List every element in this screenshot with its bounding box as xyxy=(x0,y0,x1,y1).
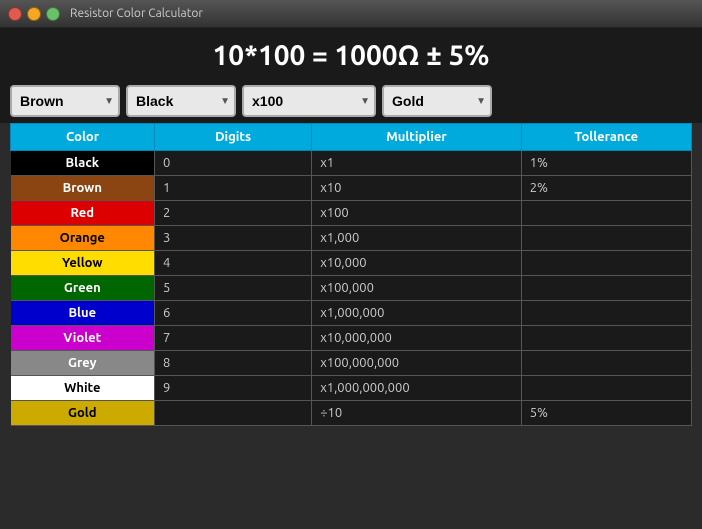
tolerance-cell xyxy=(521,251,691,276)
color-table-container: Color Digits Multiplier Tollerance Black… xyxy=(0,123,702,436)
tolerance-cell xyxy=(521,301,691,326)
multiplier-cell: x10,000,000 xyxy=(312,326,522,351)
col-header-multiplier: Multiplier xyxy=(312,124,522,151)
multiplier-cell: x1,000,000,000 xyxy=(312,376,522,401)
digit-cell: 0 xyxy=(155,151,312,176)
tolerance-cell xyxy=(521,226,691,251)
table-row: Red2x100 xyxy=(11,201,692,226)
dropdowns-row: Black Brown Red Orange Yellow Green Blue… xyxy=(0,79,702,123)
minimize-button[interactable] xyxy=(27,7,41,21)
tolerance-cell: 5% xyxy=(521,401,691,426)
color-cell-orange: Orange xyxy=(11,226,155,251)
digit-cell xyxy=(155,401,312,426)
multiplier-cell: x10 xyxy=(312,176,522,201)
color-cell-green: Green xyxy=(11,276,155,301)
table-row: Brown1x102% xyxy=(11,176,692,201)
multiplier-cell: x1 xyxy=(312,151,522,176)
color-table: Color Digits Multiplier Tollerance Black… xyxy=(10,123,692,426)
color-cell-grey: Grey xyxy=(11,351,155,376)
multiplier-dropdown-wrap: x1 x10 x100 x1,000 x10,000 x100,000 x1,0… xyxy=(242,85,376,117)
tolerance-cell: 2% xyxy=(521,176,691,201)
band2-select[interactable]: Black Brown Red Orange Yellow Green Blue… xyxy=(126,85,236,117)
digit-cell: 9 xyxy=(155,376,312,401)
band1-dropdown-wrap: Black Brown Red Orange Yellow Green Blue… xyxy=(10,85,120,117)
color-cell-brown: Brown xyxy=(11,176,155,201)
multiplier-select[interactable]: x1 x10 x100 x1,000 x10,000 x100,000 x1,0… xyxy=(242,85,376,117)
color-cell-violet: Violet xyxy=(11,326,155,351)
table-row: Yellow4x10,000 xyxy=(11,251,692,276)
table-row: Green5x100,000 xyxy=(11,276,692,301)
formula-display: 10*100 = 1000Ω ± 5% xyxy=(213,40,490,71)
digit-cell: 4 xyxy=(155,251,312,276)
multiplier-cell: x100,000,000 xyxy=(312,351,522,376)
digit-cell: 3 xyxy=(155,226,312,251)
tolerance-cell xyxy=(521,376,691,401)
color-cell-blue: Blue xyxy=(11,301,155,326)
multiplier-cell: x1,000 xyxy=(312,226,522,251)
color-cell-gold: Gold xyxy=(11,401,155,426)
digit-cell: 7 xyxy=(155,326,312,351)
band1-select[interactable]: Black Brown Red Orange Yellow Green Blue… xyxy=(10,85,120,117)
table-row: White9x1,000,000,000 xyxy=(11,376,692,401)
digit-cell: 5 xyxy=(155,276,312,301)
digit-cell: 2 xyxy=(155,201,312,226)
tolerance-cell xyxy=(521,351,691,376)
formula-bar: 10*100 = 1000Ω ± 5% xyxy=(0,28,702,79)
col-header-tolerance: Tollerance xyxy=(521,124,691,151)
multiplier-cell: x100,000 xyxy=(312,276,522,301)
color-cell-red: Red xyxy=(11,201,155,226)
color-cell-black: Black xyxy=(11,151,155,176)
window-title: Resistor Color Calculator xyxy=(70,7,203,20)
tolerance-cell: 1% xyxy=(521,151,691,176)
multiplier-cell: x100 xyxy=(312,201,522,226)
tolerance-cell xyxy=(521,326,691,351)
table-row: Black0x11% xyxy=(11,151,692,176)
digit-cell: 1 xyxy=(155,176,312,201)
table-row: Blue6x1,000,000 xyxy=(11,301,692,326)
color-cell-white: White xyxy=(11,376,155,401)
col-header-color: Color xyxy=(11,124,155,151)
table-row: Gold ÷105% xyxy=(11,401,692,426)
tolerance-dropdown-wrap: Brown Red Gold Silver None ▼ xyxy=(382,85,492,117)
title-bar: Resistor Color Calculator xyxy=(0,0,702,28)
multiplier-cell: x1,000,000 xyxy=(312,301,522,326)
digit-cell: 6 xyxy=(155,301,312,326)
table-row: Grey8x100,000,000 xyxy=(11,351,692,376)
maximize-button[interactable] xyxy=(46,7,60,21)
tolerance-select[interactable]: Brown Red Gold Silver None xyxy=(382,85,492,117)
color-cell-yellow: Yellow xyxy=(11,251,155,276)
table-row: Orange3x1,000 xyxy=(11,226,692,251)
close-button[interactable] xyxy=(8,7,22,21)
multiplier-cell: x10,000 xyxy=(312,251,522,276)
digit-cell: 8 xyxy=(155,351,312,376)
tolerance-cell xyxy=(521,201,691,226)
tolerance-cell xyxy=(521,276,691,301)
window-controls xyxy=(8,7,60,21)
table-row: Violet7x10,000,000 xyxy=(11,326,692,351)
multiplier-cell: ÷10 xyxy=(312,401,522,426)
band2-dropdown-wrap: Black Brown Red Orange Yellow Green Blue… xyxy=(126,85,236,117)
col-header-digits: Digits xyxy=(155,124,312,151)
